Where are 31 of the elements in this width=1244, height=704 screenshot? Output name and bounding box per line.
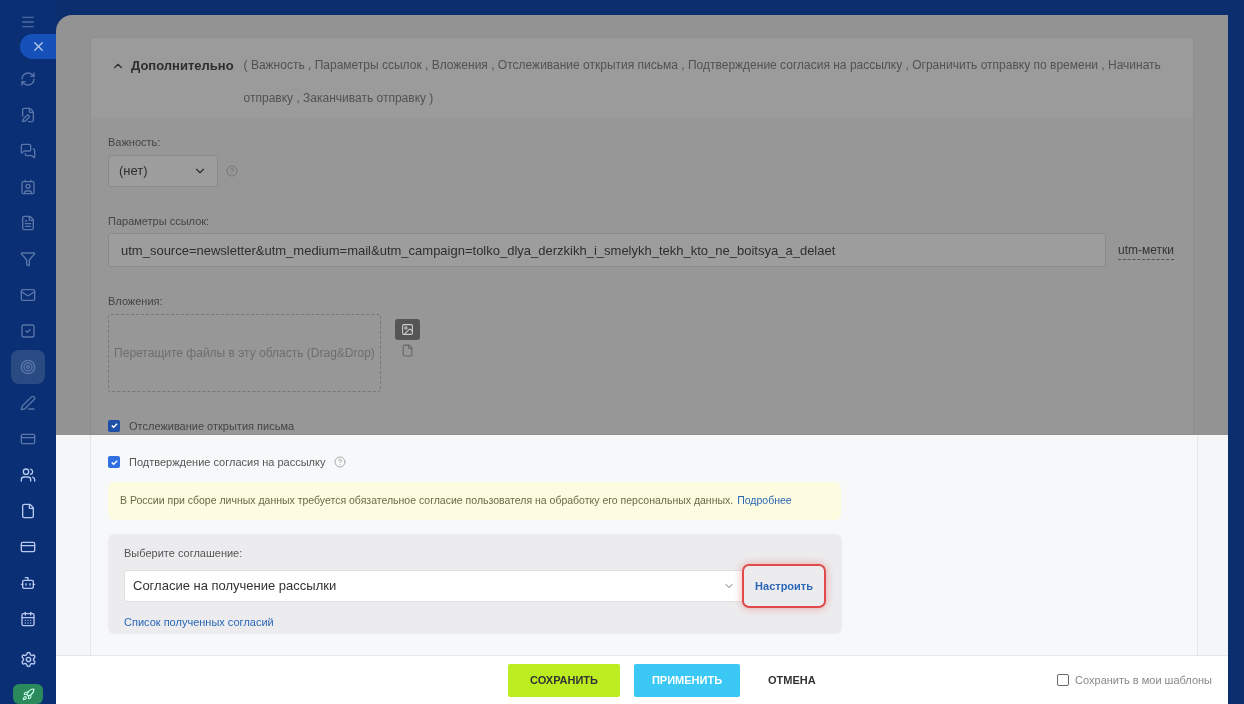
help-icon: [334, 456, 347, 469]
checkbox-label: Отслеживание открытия письма: [129, 418, 295, 434]
link-params-input[interactable]: utm_source=newsletter&utm_medium=mail&utm_campaign=tolko_dlya_derzkikh_i_smelykh_tekh_kto_ne_boitsya_a_delaet: [108, 233, 1106, 267]
details-link[interactable]: Подробнее: [737, 492, 792, 509]
agreement-select[interactable]: Согласие на получение рассылки: [124, 570, 745, 602]
help-icon: [226, 164, 238, 177]
checkbox-label: Сохранить в мои шаблоны: [1075, 672, 1212, 688]
field-label: Важность:: [108, 135, 162, 150]
checkbox[interactable]: [1057, 674, 1070, 686]
checkbox-label: Подтверждение согласия на рассылку: [129, 455, 326, 470]
section-toggle[interactable]: Дополнительно: [111, 56, 234, 76]
rocket-icon[interactable]: [13, 684, 43, 704]
settings-icon[interactable]: [19, 651, 37, 668]
checkbox[interactable]: [108, 456, 120, 469]
utm-link[interactable]: utm-метки: [1118, 240, 1174, 260]
importance-select[interactable]: (нет): [108, 154, 218, 187]
cancel-button[interactable]: ОТМЕНА: [754, 663, 830, 697]
configure-button[interactable]: Настроить: [742, 564, 826, 608]
image-icon: [401, 322, 414, 336]
checkbox[interactable]: [108, 419, 120, 432]
save-button[interactable]: СОХРАНИТЬ: [508, 663, 620, 697]
section-summary: ( Важность , Параметры ссылок , Вложения , Отслеживание открытия письма , Подтверждение согласия на рассылку , Ограничить отправку по времени , Начинать отправку , Заканчивать отправку ): [243, 57, 1162, 107]
menu-icon[interactable]: [20, 14, 36, 30]
consents-list-link[interactable]: Список полученных согласий: [124, 614, 274, 631]
notice-text: В России при сборе личных данных требуется обязательное согласие пользователя на обработку его персональных данных.: [120, 492, 734, 508]
field-label: Выберите соглашение:: [124, 545, 244, 561]
target-icon[interactable]: [11, 350, 45, 384]
field-label: Вложения:: [108, 294, 164, 309]
image-button[interactable]: [395, 318, 420, 340]
field-label: Параметры ссылок:: [108, 213, 211, 229]
close-button[interactable]: [20, 34, 56, 59]
